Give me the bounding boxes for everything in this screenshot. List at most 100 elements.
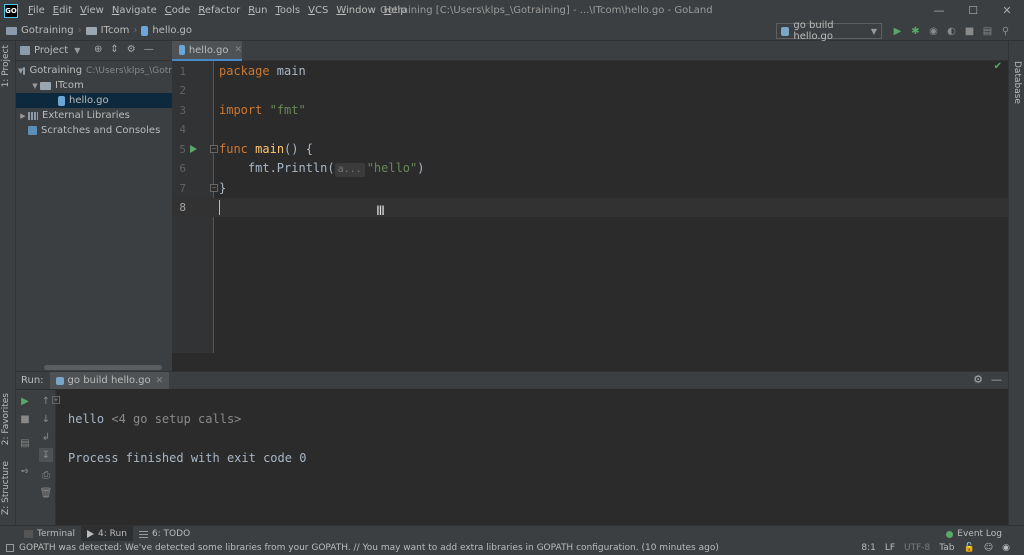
- inspector-icon[interactable]: ☺: [984, 543, 993, 553]
- caret-position[interactable]: 8:1: [861, 543, 875, 553]
- menu-run[interactable]: Run: [244, 0, 271, 21]
- tab-database[interactable]: Database: [1012, 61, 1022, 104]
- tab-favorites[interactable]: 2: Favorites: [1, 393, 11, 445]
- print-icon[interactable]: ⎙: [39, 468, 53, 482]
- collapse-all-icon[interactable]: ⇕: [110, 44, 118, 55]
- project-structure-icon[interactable]: ▤: [980, 23, 995, 39]
- run-icon[interactable]: ▶: [890, 23, 905, 39]
- code-line: 6 fmt.Println(a... "hello"): [172, 159, 1008, 178]
- go-build-icon: [781, 26, 790, 36]
- fold-icon[interactable]: −: [210, 144, 218, 153]
- profile-icon[interactable]: ◐: [944, 23, 959, 39]
- menu-view[interactable]: View: [76, 0, 108, 21]
- tab-run[interactable]: 4: Run: [81, 525, 133, 542]
- code-line: 7 − }: [172, 179, 1008, 198]
- menu-edit[interactable]: Edit: [49, 0, 76, 21]
- menu-navigate[interactable]: Navigate: [108, 0, 161, 21]
- console-output[interactable]: + <4 go setup calls> hello Process finish…: [52, 390, 306, 468]
- soft-wrap-icon[interactable]: ↲: [39, 430, 53, 444]
- run-tab-go-build[interactable]: go build hello.go ✕: [49, 372, 170, 389]
- window-controls: — ☐ ✕: [922, 0, 1024, 21]
- close-tab-icon[interactable]: ✕: [234, 45, 242, 55]
- gear-icon[interactable]: ⚙: [127, 44, 136, 55]
- gear-icon[interactable]: ⚙: [973, 373, 983, 386]
- line-number: 4: [179, 123, 186, 136]
- tool-windows-icon[interactable]: [6, 544, 14, 552]
- tree-item-scratches[interactable]: Scratches and Consoles: [16, 123, 172, 138]
- project-view-select[interactable]: Project: [34, 45, 68, 56]
- tree-item-path: C:\Users\klps_\Gotr: [86, 65, 172, 76]
- fold-icon[interactable]: −: [210, 183, 218, 192]
- menu-window[interactable]: Window: [332, 0, 379, 21]
- locate-icon[interactable]: ⊕: [94, 44, 102, 55]
- coverage-icon[interactable]: ◉: [926, 23, 941, 39]
- menu-code[interactable]: Code: [161, 0, 195, 21]
- run-panel-tools: ⚙ —: [973, 373, 1002, 386]
- rerun-icon[interactable]: ▶: [18, 394, 32, 408]
- stop-icon[interactable]: ■: [18, 412, 32, 426]
- run-icon: [87, 529, 95, 538]
- close-icon[interactable]: ✕: [990, 0, 1024, 21]
- lock-icon[interactable]: 🔓: [964, 543, 975, 553]
- console-folded-line[interactable]: + <4 go setup calls>: [52, 390, 306, 426]
- menu-refactor[interactable]: Refactor: [194, 0, 244, 21]
- go-file-icon: [58, 95, 65, 106]
- expand-icon[interactable]: +: [52, 396, 60, 404]
- line-separator[interactable]: LF: [885, 543, 895, 553]
- menu-file[interactable]: File: [24, 0, 49, 21]
- stop-icon[interactable]: ■: [962, 23, 977, 39]
- file-encoding[interactable]: UTF-8: [904, 543, 930, 553]
- scroll-to-end-icon[interactable]: ↧: [39, 448, 53, 462]
- trash-icon[interactable]: 🗑: [39, 486, 53, 500]
- tab-hello-go[interactable]: hello.go ✕: [172, 41, 242, 61]
- scroll-up-icon[interactable]: ↑: [39, 394, 53, 408]
- project-panel-tools: ⊕ ⇕ ⚙ —: [94, 44, 154, 55]
- parameter-hint: a...: [334, 163, 365, 177]
- pin-icon[interactable]: ➺: [18, 464, 32, 478]
- run-panel-toolbar: ▶ ↑ ■ ↓ ↲ ▤ ↧ ➺ ⎙ 🗑: [16, 390, 56, 526]
- search-icon[interactable]: ⚲: [998, 23, 1013, 39]
- go-file-icon: [179, 45, 185, 55]
- breadcrumb-separator: ›: [133, 25, 138, 36]
- tree-item-hello-go[interactable]: hello.go: [16, 93, 172, 108]
- code-editor[interactable]: ✔ 1 package main 2 3 import "fmt" 4 5 − …: [172, 61, 1008, 371]
- hide-icon[interactable]: —: [991, 373, 1002, 386]
- tree-item-label: Scratches and Consoles: [41, 125, 161, 136]
- minimize-icon[interactable]: —: [922, 0, 956, 21]
- breadcrumb-file[interactable]: hello.go: [152, 25, 192, 36]
- chevron-down-icon[interactable]: ▼: [74, 46, 80, 55]
- maximize-icon[interactable]: ☐: [956, 0, 990, 21]
- editor-tab-label: hello.go: [188, 44, 229, 56]
- horizontal-scrollbar[interactable]: [44, 365, 162, 370]
- menu-tools[interactable]: Tools: [271, 0, 304, 21]
- tree-item-root[interactable]: ▼ Gotraining C:\Users\klps_\Gotr: [16, 63, 172, 78]
- breadcrumb-folder[interactable]: ITcom: [101, 25, 130, 36]
- expand-right-icon[interactable]: ▶: [18, 112, 28, 120]
- tree-item-label: ITcom: [55, 80, 84, 91]
- breadcrumb-project[interactable]: Gotraining: [21, 25, 74, 36]
- close-tab-icon[interactable]: ✕: [156, 376, 164, 386]
- line-number: 8: [179, 201, 186, 214]
- menu-vcs[interactable]: VCS: [304, 0, 332, 21]
- hide-icon[interactable]: —: [144, 44, 154, 55]
- tab-project[interactable]: 1: Project: [1, 45, 11, 87]
- notification-icon[interactable]: ◉: [1002, 543, 1010, 553]
- code-text: fmt.Println(a... "hello"): [219, 161, 425, 177]
- expand-down-icon[interactable]: ▼: [30, 82, 40, 90]
- tree-item-itcom[interactable]: ▼ ITcom: [16, 78, 172, 93]
- run-gutter-icon[interactable]: [190, 144, 197, 153]
- event-log-button[interactable]: Event Log: [946, 526, 1002, 542]
- debug-icon[interactable]: ✱: [908, 23, 923, 39]
- tree-item-external-libraries[interactable]: ▶ External Libraries: [16, 108, 172, 123]
- status-message[interactable]: GOPATH was detected: We've detected some…: [0, 543, 719, 553]
- scroll-down-icon[interactable]: ↓: [39, 412, 53, 426]
- tab-todo[interactable]: 6: TODO: [133, 526, 196, 542]
- run-configuration-select[interactable]: go build hello.go ▼: [776, 20, 882, 42]
- tab-structure[interactable]: Z: Structure: [1, 461, 11, 515]
- indent-setting[interactable]: Tab: [939, 543, 954, 553]
- tab-terminal[interactable]: Terminal: [18, 526, 81, 542]
- layout-icon[interactable]: ▤: [18, 436, 32, 450]
- editor-tab-bar: hello.go ✕: [172, 41, 1008, 61]
- event-log-icon: [946, 530, 954, 538]
- run-panel-title: Run:: [21, 375, 44, 386]
